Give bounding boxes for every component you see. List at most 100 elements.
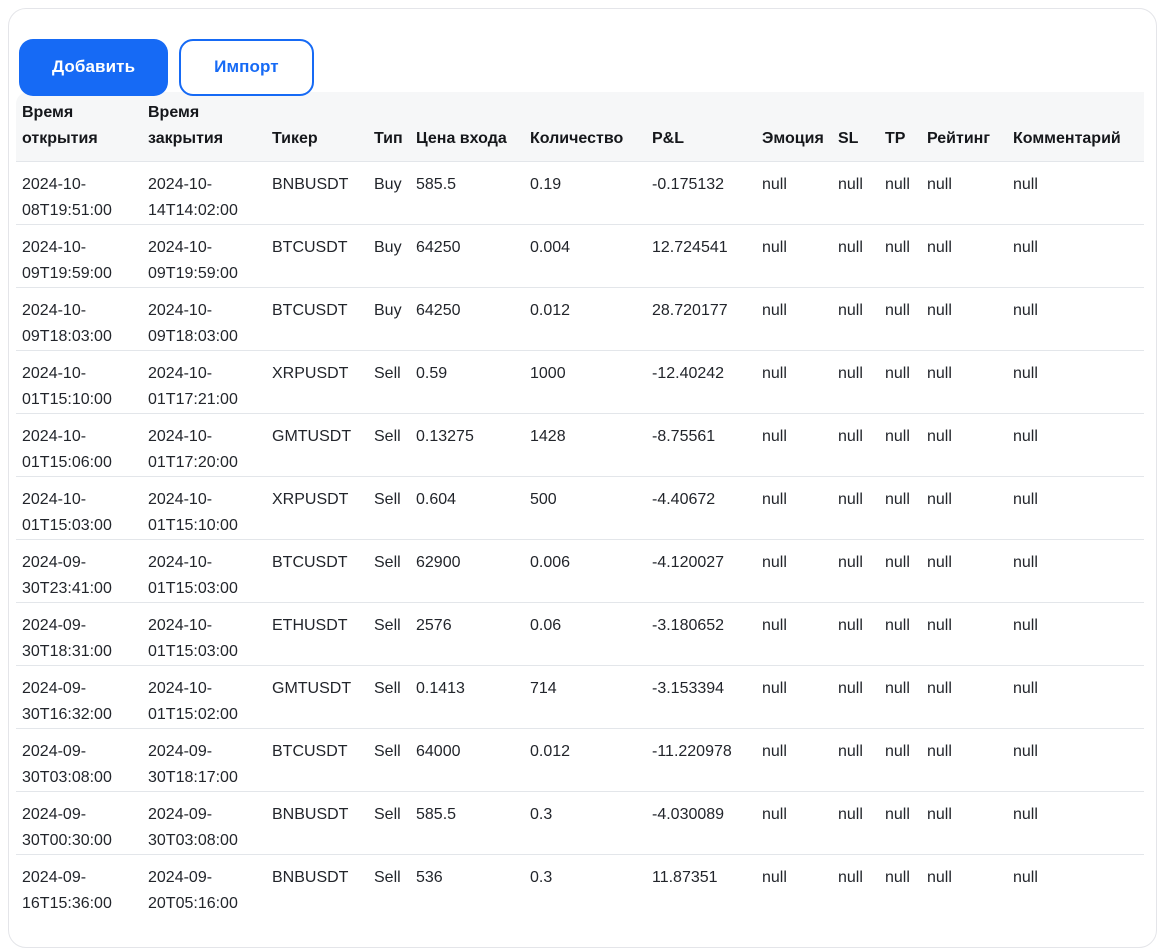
cell-open-time: 2024-10-01T15:03:00 (16, 476, 142, 539)
cell-sl: null (832, 539, 879, 602)
cell-rating: null (921, 728, 1007, 791)
column-header-sl: SL (832, 92, 879, 161)
cell-quantity: 714 (524, 665, 646, 728)
cell-close-time: 2024-09-30T18:17:00 (142, 728, 266, 791)
table-row[interactable]: 2024-10-09T18:03:00 2024-10-09T18:03:00 BT… (16, 287, 1144, 350)
table-row[interactable]: 2024-09-30T23:41:00 2024-10-01T15:03:00 BT… (16, 539, 1144, 602)
cell-emotion: null (756, 791, 832, 854)
cell-entry-price: 62900 (410, 539, 524, 602)
cell-type: Sell (368, 476, 410, 539)
cell-rating: null (921, 602, 1007, 665)
cell-quantity: 1000 (524, 350, 646, 413)
cell-type: Buy (368, 161, 410, 224)
cell-close-time: 2024-10-01T17:21:00 (142, 350, 266, 413)
cell-comment: null (1007, 665, 1144, 728)
table-row[interactable]: 2024-09-30T16:32:00 2024-10-01T15:02:00 GM… (16, 665, 1144, 728)
cell-emotion: null (756, 854, 832, 917)
cell-comment: null (1007, 161, 1144, 224)
cell-entry-price: 536 (410, 854, 524, 917)
trades-table-body: 2024-10-08T19:51:00 2024-10-14T14:02:00 BN… (16, 161, 1144, 917)
cell-open-time: 2024-10-08T19:51:00 (16, 161, 142, 224)
cell-pnl: 28.720177 (646, 287, 756, 350)
cell-tp: null (879, 791, 921, 854)
import-button[interactable]: Импорт (179, 38, 314, 96)
cell-ticker: GMTUSDT (266, 665, 368, 728)
cell-entry-price: 2576 (410, 602, 524, 665)
cell-type: Buy (368, 287, 410, 350)
cell-open-time: 2024-09-30T00:30:00 (16, 791, 142, 854)
cell-ticker: BTCUSDT (266, 728, 368, 791)
column-header-close-time: Время закрытия (142, 92, 266, 161)
cell-quantity: 0.012 (524, 287, 646, 350)
table-row[interactable]: 2024-10-01T15:03:00 2024-10-01T15:10:00 XR… (16, 476, 1144, 539)
cell-pnl: -3.180652 (646, 602, 756, 665)
cell-close-time: 2024-09-20T05:16:00 (142, 854, 266, 917)
cell-emotion: null (756, 287, 832, 350)
cell-comment: null (1007, 539, 1144, 602)
cell-quantity: 0.004 (524, 224, 646, 287)
cell-type: Sell (368, 665, 410, 728)
column-header-rating: Рейтинг (921, 92, 1007, 161)
cell-sl: null (832, 728, 879, 791)
cell-open-time: 2024-10-09T18:03:00 (16, 287, 142, 350)
cell-tp: null (879, 350, 921, 413)
table-row[interactable]: 2024-10-01T15:10:00 2024-10-01T17:21:00 XR… (16, 350, 1144, 413)
column-header-pnl: P&L (646, 92, 756, 161)
column-header-comment: Комментарий (1007, 92, 1144, 161)
cell-ticker: ETHUSDT (266, 602, 368, 665)
cell-entry-price: 64250 (410, 224, 524, 287)
cell-open-time: 2024-10-09T19:59:00 (16, 224, 142, 287)
cell-ticker: BTCUSDT (266, 224, 368, 287)
add-trade-button[interactable]: Добавить (19, 38, 169, 96)
cell-sl: null (832, 476, 879, 539)
cell-sl: null (832, 602, 879, 665)
cell-open-time: 2024-09-30T03:08:00 (16, 728, 142, 791)
table-row[interactable]: 2024-09-30T00:30:00 2024-09-30T03:08:00 BN… (16, 791, 1144, 854)
cell-comment: null (1007, 602, 1144, 665)
cell-rating: null (921, 224, 1007, 287)
cell-open-time: 2024-09-30T18:31:00 (16, 602, 142, 665)
table-row[interactable]: 2024-09-30T18:31:00 2024-10-01T15:03:00 ET… (16, 602, 1144, 665)
column-header-quantity: Количество (524, 92, 646, 161)
cell-pnl: -4.120027 (646, 539, 756, 602)
cell-tp: null (879, 161, 921, 224)
cell-tp: null (879, 728, 921, 791)
cell-type: Sell (368, 602, 410, 665)
table-row[interactable]: 2024-10-08T19:51:00 2024-10-14T14:02:00 BN… (16, 161, 1144, 224)
cell-sl: null (832, 287, 879, 350)
cell-tp: null (879, 413, 921, 476)
cell-ticker: XRPUSDT (266, 350, 368, 413)
cell-close-time: 2024-10-09T19:59:00 (142, 224, 266, 287)
cell-emotion: null (756, 413, 832, 476)
cell-type: Sell (368, 854, 410, 917)
cell-ticker: XRPUSDT (266, 476, 368, 539)
cell-entry-price: 585.5 (410, 791, 524, 854)
cell-pnl: 12.724541 (646, 224, 756, 287)
table-row[interactable]: 2024-10-09T19:59:00 2024-10-09T19:59:00 BT… (16, 224, 1144, 287)
cell-comment: null (1007, 413, 1144, 476)
cell-sl: null (832, 224, 879, 287)
cell-pnl: -12.40242 (646, 350, 756, 413)
cell-quantity: 0.06 (524, 602, 646, 665)
table-row[interactable]: 2024-10-01T15:06:00 2024-10-01T17:20:00 GM… (16, 413, 1144, 476)
cell-type: Sell (368, 539, 410, 602)
cell-comment: null (1007, 791, 1144, 854)
table-row[interactable]: 2024-09-16T15:36:00 2024-09-20T05:16:00 BN… (16, 854, 1144, 917)
cell-tp: null (879, 224, 921, 287)
cell-pnl: 11.87351 (646, 854, 756, 917)
cell-emotion: null (756, 539, 832, 602)
cell-open-time: 2024-10-01T15:06:00 (16, 413, 142, 476)
table-row[interactable]: 2024-09-30T03:08:00 2024-09-30T18:17:00 BT… (16, 728, 1144, 791)
cell-sl: null (832, 791, 879, 854)
cell-type: Sell (368, 728, 410, 791)
cell-rating: null (921, 476, 1007, 539)
cell-entry-price: 64250 (410, 287, 524, 350)
cell-open-time: 2024-09-30T23:41:00 (16, 539, 142, 602)
cell-comment: null (1007, 350, 1144, 413)
cell-ticker: BTCUSDT (266, 287, 368, 350)
cell-tp: null (879, 854, 921, 917)
cell-emotion: null (756, 476, 832, 539)
cell-close-time: 2024-10-14T14:02:00 (142, 161, 266, 224)
column-header-entry-price: Цена входа (410, 92, 524, 161)
cell-open-time: 2024-09-30T16:32:00 (16, 665, 142, 728)
